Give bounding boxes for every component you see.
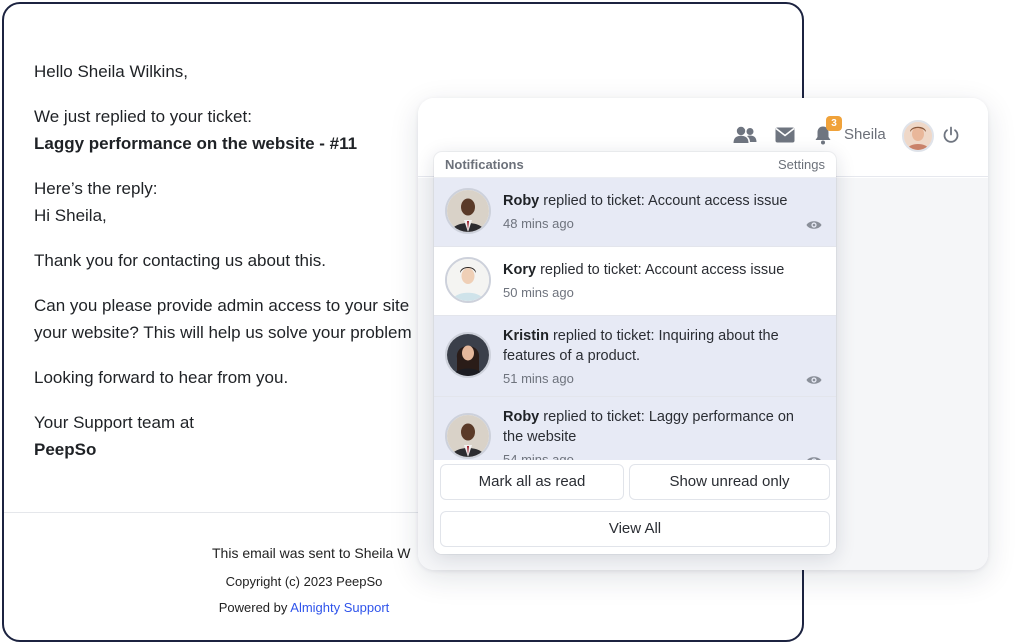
notification-item[interactable]: Roby replied to ticket: Account access i… <box>434 178 836 247</box>
footer-copyright: Copyright (c) 2023 PeepSo <box>225 574 383 589</box>
notifications-actions: Mark all as read Show unread only View A… <box>434 460 836 554</box>
footer-powered: Powered by Almighty Support <box>4 598 802 618</box>
notifications-header: Notifications Settings <box>434 152 836 178</box>
notification-author: Roby <box>503 193 540 209</box>
notification-author: Kristin <box>503 328 549 344</box>
reply-greeting: Hi Sheila, <box>34 206 107 225</box>
notification-text: replied to ticket: Account access issue <box>540 262 785 278</box>
reply-line-2b: your website? This will help us solve yo… <box>34 323 412 342</box>
notifications-title: Notifications <box>445 157 524 172</box>
notification-author: Kory <box>503 262 537 278</box>
notification-author: Roby <box>503 409 540 425</box>
signoff: Your Support team at <box>34 413 195 432</box>
reply-line-3: Looking forward to hear from you. <box>34 368 289 387</box>
view-all-button[interactable]: View All <box>440 511 830 547</box>
notification-item[interactable]: Roby replied to ticket: Laggy performanc… <box>434 397 836 460</box>
email-greeting: Hello Sheila Wilkins, <box>34 62 188 81</box>
avatar <box>445 188 491 234</box>
notification-time: 48 mins ago <box>503 216 574 231</box>
user-avatar[interactable] <box>902 120 934 152</box>
notification-time: 54 mins ago <box>503 452 574 460</box>
reply-label: Here’s the reply: <box>34 179 158 198</box>
almighty-support-link[interactable]: Almighty Support <box>290 600 389 615</box>
eye-icon[interactable] <box>806 373 822 385</box>
notification-text: replied to ticket: Account access issue <box>543 193 788 209</box>
notifications-settings-link[interactable]: Settings <box>778 157 825 172</box>
users-icon[interactable] <box>732 122 758 148</box>
notification-item[interactable]: Kory replied to ticket: Account access i… <box>434 247 836 316</box>
envelope-icon[interactable] <box>772 122 798 148</box>
mark-all-read-button[interactable]: Mark all as read <box>440 464 624 500</box>
show-unread-only-button[interactable]: Show unread only <box>629 464 830 500</box>
notification-text: replied to ticket: Laggy performance on … <box>503 409 794 445</box>
header-username[interactable]: Sheila <box>844 126 886 143</box>
eye-icon[interactable] <box>806 218 822 230</box>
email-body: Hello Sheila Wilkins, We just replied to… <box>34 58 412 481</box>
footer-powered-prefix: Powered by <box>218 600 288 615</box>
notification-time: 51 mins ago <box>503 371 574 386</box>
avatar <box>445 257 491 303</box>
brand-name: PeepSo <box>34 440 97 459</box>
footer-sent-text: This email was sent to Sheila W <box>212 545 411 561</box>
avatar <box>445 332 491 378</box>
reply-line-2a: Can you please provide admin access to y… <box>34 296 410 315</box>
notifications-list: Roby replied to ticket: Account access i… <box>434 178 836 460</box>
email-intro: We just replied to your ticket: <box>34 107 252 126</box>
notification-count-badge: 3 <box>826 116 842 131</box>
ticket-title: Laggy performance on the website - #11 <box>34 134 358 153</box>
notification-item[interactable]: Kristin replied to ticket: Inquiring abo… <box>434 316 836 397</box>
reply-line-1: Thank you for contacting us about this. <box>34 251 327 270</box>
notification-time: 50 mins ago <box>503 285 574 300</box>
notifications-dropdown: Notifications Settings Roby replied to t… <box>434 152 836 554</box>
avatar <box>445 413 491 459</box>
power-icon[interactable] <box>938 122 964 148</box>
